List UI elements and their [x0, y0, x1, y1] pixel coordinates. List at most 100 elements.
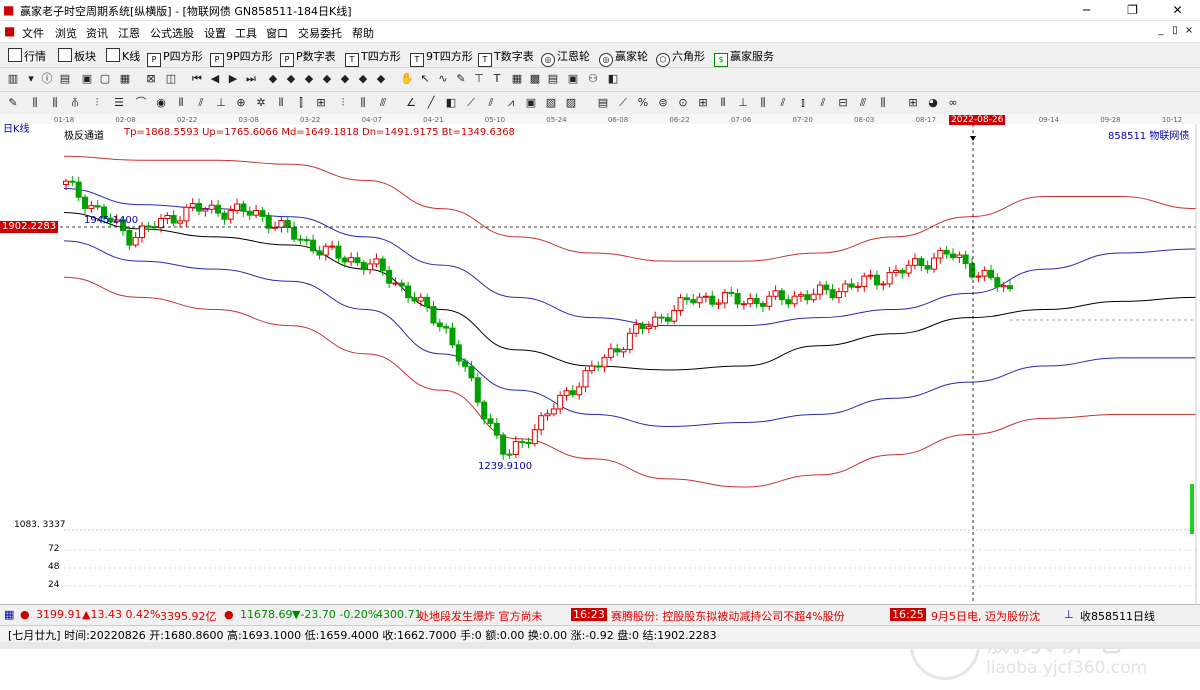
menu-news[interactable]: 资讯 — [86, 25, 108, 41]
grid-lines-icon[interactable]: ⊞ — [314, 96, 328, 110]
mdi-minimize-button[interactable]: _ — [1154, 25, 1168, 37]
export-icon[interactable]: ◧ — [606, 72, 620, 86]
slant-icon[interactable]: ⫽ — [194, 96, 208, 110]
f10-icon[interactable]: ▣ — [80, 72, 94, 86]
menu-tools[interactable]: 工具 — [235, 25, 257, 41]
split-icon[interactable]: ◫ — [164, 72, 178, 86]
t-number-button[interactable]: T T数字表 — [478, 48, 534, 67]
bars-icon[interactable]: ⫼ — [28, 96, 42, 110]
mountain-icon[interactable]: ⫽ — [776, 96, 790, 110]
p-number-button[interactable]: P P数字表 — [280, 48, 336, 67]
table2-icon[interactable]: ▤ — [596, 96, 610, 110]
text-icon[interactable]: T — [490, 72, 504, 86]
diamond-1-icon[interactable]: ◆ — [266, 72, 280, 86]
menu-file[interactable]: 文件 — [22, 25, 44, 41]
minimize-button[interactable]: ─ — [1064, 0, 1109, 20]
draw-icon[interactable]: ✎ — [454, 72, 468, 86]
line-icon[interactable]: ╱ — [424, 96, 438, 110]
levels-icon[interactable]: ☰ — [112, 96, 126, 110]
bar-dn-icon[interactable]: ⫽ — [816, 96, 830, 110]
mdi-close-button[interactable]: × — [1182, 25, 1196, 37]
arc-icon[interactable]: ⌒ — [134, 96, 148, 110]
mark-icon[interactable]: ▣ — [566, 72, 580, 86]
last-icon[interactable]: ⏭ — [244, 72, 258, 86]
news-item-1[interactable]: 处地段发生爆炸 官方尚未 — [418, 608, 543, 624]
kline-chart[interactable]: 01-18 02-08 02-22 03-08 03-22 04-07 04-21 05-10… — [0, 114, 1200, 680]
hand-icon[interactable]: ✋ — [400, 72, 414, 86]
menu-formula[interactable]: 公式选股 — [150, 25, 194, 41]
table-icon[interactable]: ▤ — [546, 72, 560, 86]
close-button[interactable]: ✕ — [1155, 0, 1200, 20]
list-icon[interactable]: ▤ — [58, 72, 72, 86]
coin-icon[interactable]: ⊜ — [656, 96, 670, 110]
trend-icon[interactable]: ⫼ — [756, 96, 770, 110]
ray-icon[interactable]: ⟋ — [464, 96, 478, 110]
comb-icon[interactable]: ⫼ — [48, 96, 62, 110]
calc-icon[interactable]: ▩ — [528, 72, 542, 86]
pivots-icon[interactable]: ⫶ — [336, 96, 350, 110]
diamond-4-icon[interactable]: ◆ — [320, 72, 334, 86]
star-icon[interactable]: ✲ — [254, 96, 268, 110]
square-icon[interactable]: ◧ — [444, 96, 458, 110]
info-icon[interactable]: ⓘ — [40, 72, 54, 86]
hexagon-button[interactable]: ⬡ 六角形 — [656, 48, 705, 67]
scroll-indicator[interactable] — [1190, 484, 1194, 534]
cursor-icon[interactable]: ↖ — [418, 72, 432, 86]
menu-help[interactable]: 帮助 — [352, 25, 374, 41]
diamond-2-icon[interactable]: ◆ — [284, 72, 298, 86]
prev-icon[interactable]: ◀ — [208, 72, 222, 86]
sectors-button[interactable]: 板块 — [58, 48, 96, 64]
measure-icon[interactable]: ⊤ — [472, 72, 486, 86]
diamond-7-icon[interactable]: ◆ — [374, 72, 388, 86]
coin2-icon[interactable]: ⊙ — [676, 96, 690, 110]
formula-icon[interactable]: ⊠ — [144, 72, 158, 86]
diamond-5-icon[interactable]: ◆ — [338, 72, 352, 86]
gold-icon[interactable]: ⊞ — [696, 96, 710, 110]
hatch-icon[interactable]: ▨ — [564, 96, 578, 110]
t-square-button[interactable]: T T四方形 — [345, 48, 401, 67]
menu-app-icon[interactable]: ■ — [4, 24, 15, 38]
bar-up-icon[interactable]: ⫾ — [796, 96, 810, 110]
next-icon[interactable]: ▶ — [226, 72, 240, 86]
split-lines-icon[interactable]: ⫼ — [356, 96, 370, 110]
peak-icon[interactable]: ⊥ — [736, 96, 750, 110]
wave2-icon[interactable]: ⫻ — [856, 96, 870, 110]
quote-icon[interactable]: ▦ — [4, 608, 14, 621]
news-item-3[interactable]: 9月5日电, 迈为股份沈 — [931, 608, 1040, 624]
fan-icon[interactable]: ⫶ — [90, 96, 104, 110]
people-icon[interactable]: ⚇ — [586, 72, 600, 86]
sh-index[interactable]: 3199.91 — [36, 608, 82, 621]
infinity-icon[interactable]: ∞ — [946, 96, 960, 110]
parallel-icon[interactable]: ⫽ — [484, 96, 498, 110]
menu-browse[interactable]: 浏览 — [55, 25, 77, 41]
menu-trade[interactable]: 交易委托 — [298, 25, 342, 41]
news-item-2[interactable]: 赛腾股份: 控股股东拟被动减持公司不超4%股份 — [611, 608, 845, 624]
mdi-restore-button[interactable]: ▯ — [1168, 25, 1182, 37]
tally-icon[interactable]: ⫴ — [716, 96, 730, 110]
step-icon[interactable]: ⊟ — [836, 96, 850, 110]
angle-icon[interactable]: ∠ — [404, 96, 418, 110]
wave-icon[interactable]: ∿ — [436, 72, 450, 86]
cycle-icon[interactable]: ⫴ — [274, 96, 288, 110]
ruler-icon[interactable]: ⊥ — [214, 96, 228, 110]
sz-index[interactable]: 11678.69 — [240, 608, 293, 621]
menu-gann[interactable]: 江恩 — [118, 25, 140, 41]
colorwheel-icon[interactable]: ◕ — [926, 96, 940, 110]
cluster-icon[interactable]: ⫻ — [376, 96, 390, 110]
channel-icon[interactable]: ▧ — [544, 96, 558, 110]
chart-icon[interactable]: ⟋ — [616, 96, 630, 110]
period-icon[interactable]: ▥ — [6, 72, 20, 86]
circle-icon[interactable]: ◉ — [154, 96, 168, 110]
target-icon[interactable]: ⊕ — [234, 96, 248, 110]
t9-square-button[interactable]: T 9T四方形 — [410, 48, 473, 67]
box-icon[interactable]: ▣ — [524, 96, 538, 110]
comb2-icon[interactable]: ⫼ — [876, 96, 890, 110]
grid2-icon[interactable]: ⊞ — [906, 96, 920, 110]
menu-window[interactable]: 窗口 — [266, 25, 288, 41]
p-square-button[interactable]: P P四方形 — [147, 48, 203, 67]
percent-icon[interactable]: % — [636, 96, 650, 110]
diamond-6-icon[interactable]: ◆ — [356, 72, 370, 86]
p9-square-button[interactable]: P 9P四方形 — [210, 48, 273, 67]
menu-settings[interactable]: 设置 — [204, 25, 226, 41]
yingjia-wheel-button[interactable]: ◎ 赢家轮 — [599, 48, 648, 67]
